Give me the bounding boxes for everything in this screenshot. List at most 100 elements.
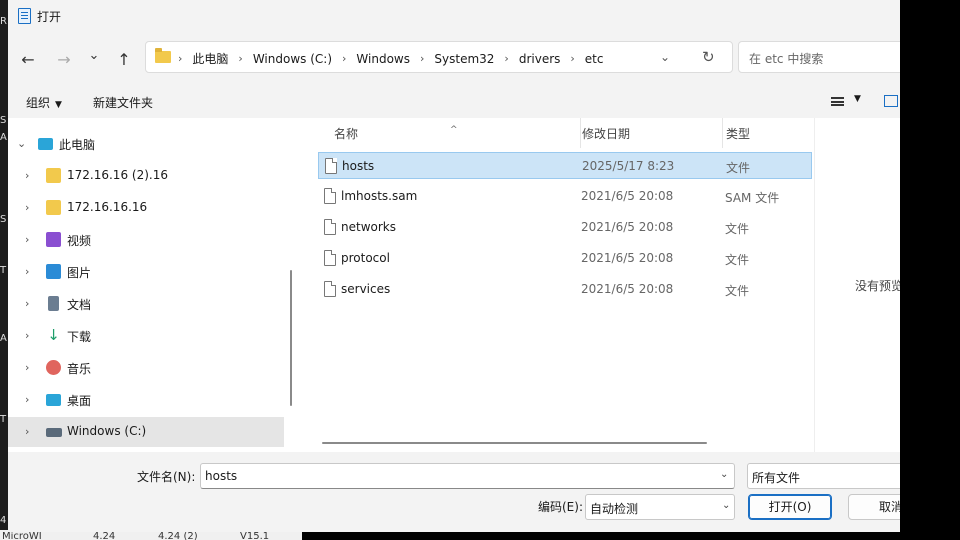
breadcrumb-item[interactable]: 此电脑 — [192, 50, 228, 67]
file-row[interactable]: networks 2021/6/5 20:08 文件 — [318, 214, 812, 241]
breadcrumb-item[interactable]: Windows — [356, 52, 410, 66]
up-button[interactable]: ↑ — [114, 50, 134, 70]
preview-pane: 没有预览 — [814, 118, 900, 452]
network-drive-icon — [46, 168, 61, 183]
new-folder-button[interactable]: 新建文件夹 — [93, 94, 153, 111]
view-options-icon[interactable] — [831, 97, 844, 106]
cancel-button[interactable]: 取消 — [848, 494, 900, 520]
chevron-right-icon[interactable]: › — [25, 393, 29, 406]
navigation-bar: ← → ⌄ ↑ › 此电脑 › Windows (C:) › Windows ›… — [8, 32, 900, 84]
sort-ascending-icon: ^ — [450, 125, 458, 135]
tree-item-label: 172.16.16.16 — [67, 200, 148, 214]
file-type: SAM 文件 — [725, 191, 780, 205]
encoding-select[interactable]: 自动检测 ⌄ — [585, 494, 735, 520]
file-row[interactable]: protocol 2021/6/5 20:08 文件 — [318, 245, 812, 272]
desktop-icon — [46, 394, 61, 406]
back-button[interactable]: ← — [18, 50, 38, 70]
chevron-right-icon[interactable]: › — [25, 265, 29, 278]
command-bar: 组织 ▼ 新建文件夹 ▼ — [8, 84, 900, 118]
breadcrumb-separator[interactable]: › — [420, 52, 424, 65]
breadcrumb-item[interactable]: drivers — [519, 52, 561, 66]
column-divider[interactable] — [722, 118, 723, 148]
chevron-right-icon[interactable]: › — [25, 425, 29, 438]
filename-value: hosts — [205, 469, 238, 483]
chevron-right-icon[interactable]: › — [25, 201, 29, 214]
drive-icon — [46, 428, 62, 437]
dialog-footer: 文件名(N): hosts ⌄ 所有文件 编码(E): 自动检测 ⌄ 打开(O)… — [8, 452, 900, 532]
tree-item-network-1[interactable]: › 172.16.16 (2).16 — [8, 161, 284, 191]
organize-label: 组织 — [26, 96, 51, 110]
tree-item-windows-c[interactable]: › Windows (C:) — [8, 417, 284, 447]
refresh-icon[interactable]: ↻ — [702, 48, 715, 66]
tree-item-label: 音乐 — [67, 362, 92, 376]
bg-text: MicroWI — [2, 531, 42, 540]
file-modified: 2021/6/5 20:08 — [581, 220, 674, 234]
chevron-right-icon[interactable]: › — [25, 169, 29, 182]
organize-button[interactable]: 组织 ▼ — [26, 94, 62, 111]
breadcrumb-separator[interactable]: › — [504, 52, 508, 65]
navigation-pane-scrollbar[interactable] — [290, 270, 292, 406]
tree-item-label: 此电脑 — [59, 138, 96, 152]
filename-input[interactable]: hosts ⌄ — [200, 463, 735, 489]
chevron-right-icon[interactable]: › — [25, 297, 29, 310]
breadcrumb-item[interactable]: Windows (C:) — [253, 52, 332, 66]
file-row[interactable]: services 2021/6/5 20:08 文件 — [318, 276, 812, 303]
column-label: 修改日期 — [582, 127, 631, 141]
breadcrumb-separator: › — [178, 52, 183, 65]
chevron-down-icon[interactable]: ⌄ — [720, 469, 728, 480]
file-type-filter[interactable]: 所有文件 — [747, 463, 900, 489]
file-row[interactable]: lmhosts.sam 2021/6/5 20:08 SAM 文件 — [318, 183, 812, 210]
bg-text: 4 — [0, 515, 7, 526]
tree-item-downloads[interactable]: › ↓ 下载 — [8, 321, 284, 351]
tree-item-videos[interactable]: › 视频 — [8, 225, 284, 255]
column-divider[interactable] — [580, 118, 581, 148]
breadcrumb-separator[interactable]: › — [342, 52, 346, 65]
tree-item-label: 图片 — [67, 266, 92, 280]
bg-text: V15.1 — [240, 531, 270, 540]
breadcrumb-item[interactable]: etc — [585, 52, 604, 66]
tree-item-desktop[interactable]: › 桌面 — [8, 385, 284, 415]
tree-item-label: 文档 — [67, 298, 92, 312]
breadcrumb-separator[interactable]: › — [570, 52, 574, 65]
preview-pane-icon[interactable] — [884, 95, 898, 107]
caret-down-icon[interactable]: ▼ — [854, 94, 861, 104]
video-icon — [46, 232, 61, 247]
tree-item-pictures[interactable]: › 图片 — [8, 257, 284, 287]
tree-item-network-2[interactable]: › 172.16.16.16 — [8, 193, 284, 223]
document-icon — [48, 296, 59, 311]
tree-item-documents[interactable]: › 文档 — [8, 289, 284, 319]
search-input[interactable]: 在 etc 中搜索 — [738, 41, 900, 73]
title-bar[interactable]: 打开 — [8, 0, 900, 32]
file-type-filter-value: 所有文件 — [752, 471, 801, 485]
file-row[interactable]: hosts 2025/5/17 8:23 文件 — [318, 152, 812, 179]
breadcrumb-item[interactable]: System32 — [434, 52, 494, 66]
breadcrumb-separator[interactable]: › — [238, 52, 242, 65]
chevron-down-icon[interactable]: ⌄ — [17, 137, 26, 150]
chevron-down-icon[interactable]: ⌄ — [722, 500, 730, 511]
notepad-icon — [18, 8, 31, 24]
file-list-horizontal-scrollbar[interactable] — [322, 442, 707, 444]
bg-text: 4.24 — [93, 531, 116, 540]
column-header-modified[interactable]: 修改日期 — [582, 118, 722, 148]
file-modified: 2025/5/17 8:23 — [582, 159, 675, 173]
tree-item-label: 视频 — [67, 234, 92, 248]
desktop-background-right — [900, 0, 960, 540]
chevron-right-icon[interactable]: › — [25, 233, 29, 246]
chevron-right-icon[interactable]: › — [25, 361, 29, 374]
open-button[interactable]: 打开(O) — [748, 494, 832, 520]
tree-item-this-pc[interactable]: ⌄ 此电脑 — [8, 129, 284, 159]
chevron-right-icon[interactable]: › — [25, 329, 29, 342]
file-icon — [324, 250, 336, 266]
filename-label: 文件名(N): — [137, 470, 196, 484]
column-header-name[interactable]: 名称 ^ — [304, 118, 582, 148]
column-label: 名称 — [334, 127, 359, 141]
recent-locations-button[interactable]: ⌄ — [84, 46, 104, 66]
file-name: protocol — [341, 251, 390, 265]
tree-item-label: 下载 — [67, 330, 92, 344]
address-bar[interactable]: › 此电脑 › Windows (C:) › Windows › System3… — [145, 41, 733, 73]
forward-button[interactable]: → — [54, 50, 74, 70]
tree-item-music[interactable]: › 音乐 — [8, 353, 284, 383]
column-header-type[interactable]: 类型 — [726, 118, 814, 148]
address-dropdown-icon[interactable]: ⌄ — [660, 50, 670, 64]
tree-item-label: Windows (C:) — [67, 424, 147, 438]
